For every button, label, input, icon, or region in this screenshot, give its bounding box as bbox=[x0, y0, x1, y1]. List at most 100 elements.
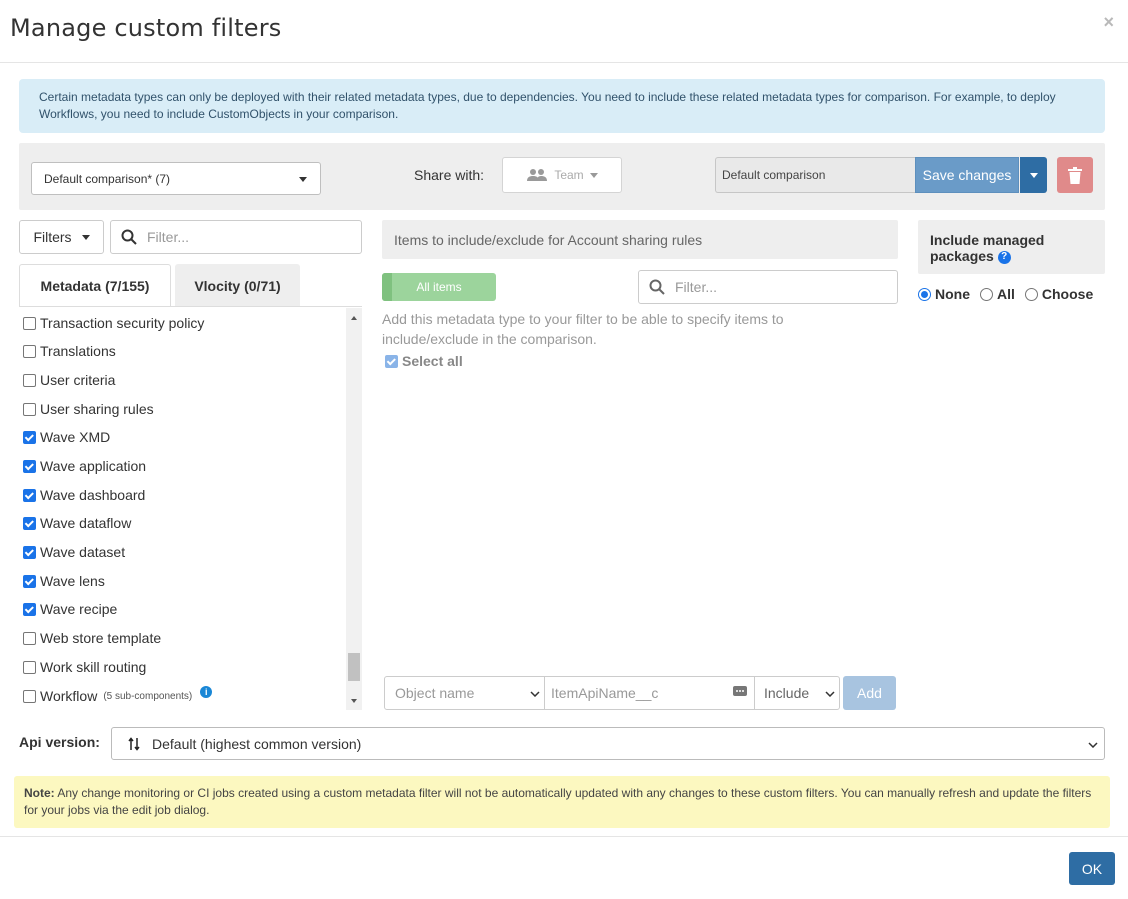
checkbox-checked[interactable] bbox=[23, 516, 36, 530]
scroll-down-icon[interactable] bbox=[351, 699, 357, 703]
list-item[interactable]: Workflow (5 sub-components) i bbox=[23, 686, 213, 706]
search-icon bbox=[121, 229, 137, 245]
list-item[interactable]: Transaction security policy bbox=[23, 313, 204, 333]
list-item-label: Wave dashboard bbox=[40, 487, 146, 503]
delete-button[interactable] bbox=[1057, 157, 1093, 193]
list-item-label: Wave XMD bbox=[40, 429, 111, 445]
managed-packages-title: Include managed packages bbox=[930, 232, 1045, 264]
save-changes-label: Save changes bbox=[922, 167, 1012, 183]
checkbox-checked[interactable] bbox=[23, 545, 36, 559]
list-item-label: Transaction security policy bbox=[40, 315, 205, 331]
comparison-select[interactable]: Default comparison* (7) bbox=[31, 162, 321, 195]
managed-packages-header: Include managed packages ? bbox=[918, 220, 1105, 274]
chevron-down-icon bbox=[825, 691, 835, 697]
include-select-value: Include bbox=[764, 685, 810, 701]
list-item-label: User sharing rules bbox=[40, 401, 154, 417]
chevron-down-icon bbox=[1029, 172, 1038, 178]
radio-none[interactable]: None bbox=[918, 286, 970, 302]
sub-components-note: (5 sub-components) bbox=[103, 690, 193, 702]
radio-all[interactable]: All bbox=[980, 286, 1015, 302]
filters-dropdown-button[interactable]: Filters bbox=[19, 220, 104, 254]
comparison-name-input[interactable]: Default comparison bbox=[715, 157, 915, 193]
list-item-label: Wave dataflow bbox=[40, 515, 132, 531]
checkbox[interactable] bbox=[23, 631, 36, 645]
checkbox[interactable] bbox=[23, 402, 36, 416]
radio-button-selected[interactable] bbox=[918, 287, 931, 301]
list-item[interactable]: Wave application bbox=[23, 456, 146, 476]
include-exclude-select[interactable]: Include bbox=[754, 676, 840, 710]
team-share-button[interactable]: Team bbox=[502, 157, 622, 193]
close-icon[interactable]: × bbox=[1103, 12, 1114, 33]
object-name-placeholder: Object name bbox=[395, 685, 475, 701]
tab-vlocity[interactable]: Vlocity (0/71) bbox=[175, 264, 300, 307]
note-alert: Note: Any change monitoring or CI jobs c… bbox=[14, 776, 1110, 828]
sort-arrows-icon bbox=[128, 736, 140, 751]
modal-title: Manage custom filters bbox=[10, 14, 282, 42]
checkbox-checked[interactable] bbox=[23, 488, 36, 502]
checkbox-checked[interactable] bbox=[23, 459, 36, 473]
checkbox[interactable] bbox=[23, 316, 36, 330]
comparison-select-value: Default comparison* (7) bbox=[44, 171, 171, 186]
add-item-button[interactable]: Add bbox=[843, 676, 896, 710]
managed-packages-options: None All Choose bbox=[918, 286, 1093, 302]
api-version-select[interactable]: Default (highest common version) bbox=[111, 727, 1105, 760]
object-name-select[interactable]: Object name bbox=[384, 676, 545, 710]
list-item[interactable]: Wave dashboard bbox=[23, 485, 145, 505]
info-alert-text: Certain metadata types can only be deplo… bbox=[39, 90, 1056, 121]
list-item[interactable]: Translations bbox=[23, 341, 116, 361]
checkbox[interactable] bbox=[23, 344, 36, 358]
chevron-down-icon bbox=[299, 177, 307, 182]
save-options-dropdown[interactable] bbox=[1020, 157, 1047, 193]
api-version-value: Default (highest common version) bbox=[152, 735, 362, 752]
help-icon[interactable]: ? bbox=[997, 250, 1011, 264]
radio-choose[interactable]: Choose bbox=[1024, 286, 1093, 302]
metadata-filter-input[interactable]: Filter... bbox=[110, 220, 362, 254]
list-item-label: Translations bbox=[40, 343, 116, 359]
scrollbar-thumb[interactable] bbox=[348, 653, 360, 681]
list-item[interactable]: User criteria bbox=[23, 370, 115, 390]
list-item[interactable]: Wave dataset bbox=[23, 542, 125, 562]
list-item-label: Wave application bbox=[40, 458, 147, 474]
list-scrollbar[interactable] bbox=[346, 308, 362, 710]
radio-button[interactable] bbox=[1024, 287, 1038, 301]
checkbox-checked[interactable] bbox=[23, 574, 36, 588]
item-api-name-placeholder: ItemApiName__c bbox=[551, 685, 659, 701]
all-items-toggle[interactable]: All items bbox=[382, 273, 496, 301]
checkbox-checked[interactable] bbox=[23, 602, 36, 616]
items-help-text: Add this metadata type to your filter to… bbox=[382, 311, 784, 347]
note-label: Note: bbox=[24, 786, 55, 800]
list-item-label: Wave recipe bbox=[40, 601, 118, 617]
tab-metadata[interactable]: Metadata (7/155) bbox=[19, 264, 171, 307]
scroll-up-icon[interactable] bbox=[351, 316, 357, 320]
checkbox[interactable] bbox=[23, 373, 36, 387]
save-changes-button[interactable]: Save changes bbox=[915, 157, 1019, 193]
list-item[interactable]: Wave lens bbox=[23, 571, 105, 591]
checkbox[interactable] bbox=[23, 689, 36, 703]
info-alert: Certain metadata types can only be deplo… bbox=[19, 79, 1105, 133]
filters-button-label: Filters bbox=[33, 229, 72, 245]
ellipsis-icon[interactable] bbox=[733, 686, 747, 696]
items-filter-placeholder: Filter... bbox=[675, 279, 718, 295]
list-item[interactable]: Wave dataflow bbox=[23, 513, 131, 533]
list-item[interactable]: Wave XMD bbox=[23, 427, 110, 447]
search-icon bbox=[649, 279, 665, 295]
item-api-name-input[interactable]: ItemApiName__c bbox=[544, 676, 755, 710]
ok-button[interactable]: OK bbox=[1069, 852, 1115, 885]
info-icon[interactable]: i bbox=[200, 686, 213, 698]
list-item[interactable]: Wave recipe bbox=[23, 599, 117, 619]
list-item[interactable]: User sharing rules bbox=[23, 399, 154, 419]
chevron-down-icon bbox=[1088, 742, 1098, 748]
checkbox[interactable] bbox=[23, 660, 36, 674]
select-all-checkbox[interactable]: Select all bbox=[385, 353, 463, 369]
checkbox-checked[interactable] bbox=[23, 430, 36, 444]
list-item[interactable]: Web store template bbox=[23, 628, 161, 648]
radio-button[interactable] bbox=[980, 287, 993, 301]
items-filter-input[interactable]: Filter... bbox=[638, 270, 898, 304]
list-item[interactable]: Work skill routing bbox=[23, 657, 146, 677]
checkbox-checked[interactable] bbox=[385, 354, 398, 368]
list-item-label: User criteria bbox=[40, 372, 116, 388]
items-panel-title: Items to include/exclude for Account sha… bbox=[394, 231, 703, 248]
select-all-label: Select all bbox=[402, 353, 463, 369]
all-items-label: All items bbox=[416, 280, 462, 294]
list-item-label: Wave lens bbox=[40, 573, 105, 589]
